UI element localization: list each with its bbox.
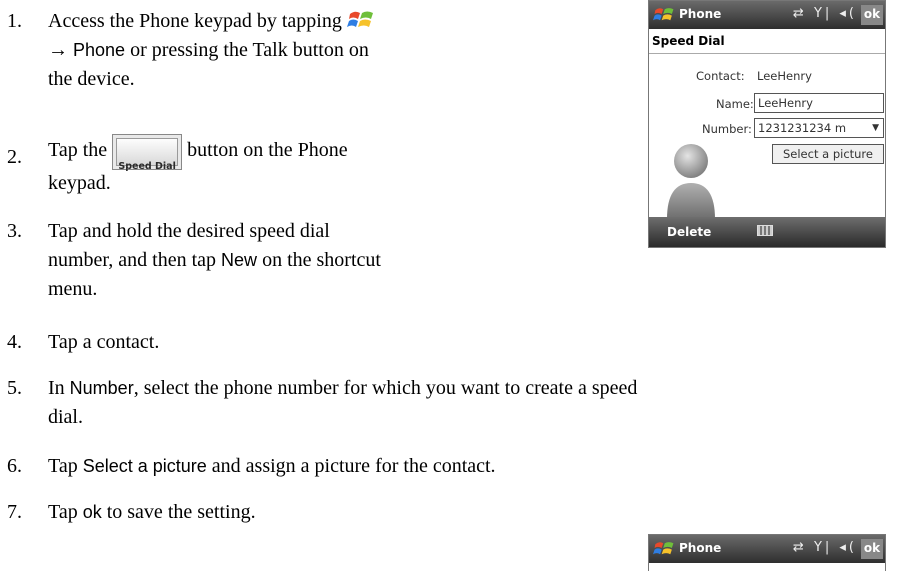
step-number: 6. <box>7 455 22 477</box>
ok-button[interactable]: ok <box>861 5 883 25</box>
step-2: 2. Tap the Speed Dial button on the Phon… <box>7 125 627 195</box>
app-title: Phone <box>679 7 722 21</box>
contact-avatar-icon <box>667 144 715 219</box>
ui-term-select-picture: Select a picture <box>82 456 207 476</box>
keyboard-icon[interactable] <box>757 225 773 236</box>
step-5: 5. In Number, select the phone number fo… <box>7 374 897 434</box>
title-bar: Phone ⇄ Y| ◂( ok <box>649 535 885 563</box>
delete-softkey[interactable]: Delete <box>667 225 711 239</box>
name-field[interactable]: LeeHenry <box>754 93 884 113</box>
app-title: Phone <box>679 541 722 555</box>
step-7: 7. Tap ok to save the setting. <box>7 498 627 528</box>
screen-header: Speed Dial <box>649 29 885 54</box>
step-6: 6. Tap Select a picture and assign a pic… <box>7 452 897 482</box>
windows-start-icon[interactable] <box>653 539 675 557</box>
windows-start-icon <box>346 11 373 27</box>
step-number: 3. <box>7 220 22 242</box>
contact-label: Contact: <box>696 69 745 83</box>
speed-dial-button-image: Speed Dial <box>112 134 183 172</box>
ok-button[interactable]: ok <box>861 539 883 559</box>
number-label: Number: <box>702 122 752 136</box>
step-number: 2. <box>7 146 22 168</box>
ui-term-phone: Phone <box>73 40 126 60</box>
chevron-down-icon: ▼ <box>872 123 879 133</box>
number-select[interactable]: 1231231234 m ▼ <box>754 118 884 138</box>
status-icons: ⇄ Y| ◂( <box>792 6 857 21</box>
ui-term-ok: ok <box>82 502 102 522</box>
device-screenshot-partial: Phone ⇄ Y| ◂( ok <box>648 534 886 571</box>
windows-start-icon[interactable] <box>653 5 675 23</box>
step-number: 4. <box>7 331 22 353</box>
soft-key-bar: Delete <box>649 217 885 247</box>
ui-term-number: Number <box>69 378 134 398</box>
device-screenshot-speed-dial: Phone ⇄ Y| ◂( ok Speed Dial Contact: Lee… <box>648 0 886 248</box>
status-icons: ⇄ Y| ◂( <box>792 540 857 555</box>
step-text: Tap the Speed Dial button on the Phone <box>48 125 628 175</box>
ui-term-new: New <box>221 250 258 270</box>
title-bar: Phone ⇄ Y| ◂( ok <box>649 1 885 29</box>
step-3: 3. Tap and hold the desired speed dial n… <box>7 217 627 307</box>
step-number: 1. <box>7 10 22 32</box>
contact-value: LeeHenry <box>757 69 812 83</box>
arrow-right-icon: → <box>48 39 73 61</box>
select-picture-button[interactable]: Select a picture <box>772 144 884 164</box>
step-4: 4. Tap a contact. <box>7 328 627 358</box>
step-number: 7. <box>7 501 22 523</box>
step-text: Access the Phone keypad by tapping <box>48 7 628 36</box>
name-label: Name: <box>716 97 754 111</box>
step-number: 5. <box>7 377 22 399</box>
step-1: 1. Access the Phone keypad by tapping → … <box>7 7 627 97</box>
